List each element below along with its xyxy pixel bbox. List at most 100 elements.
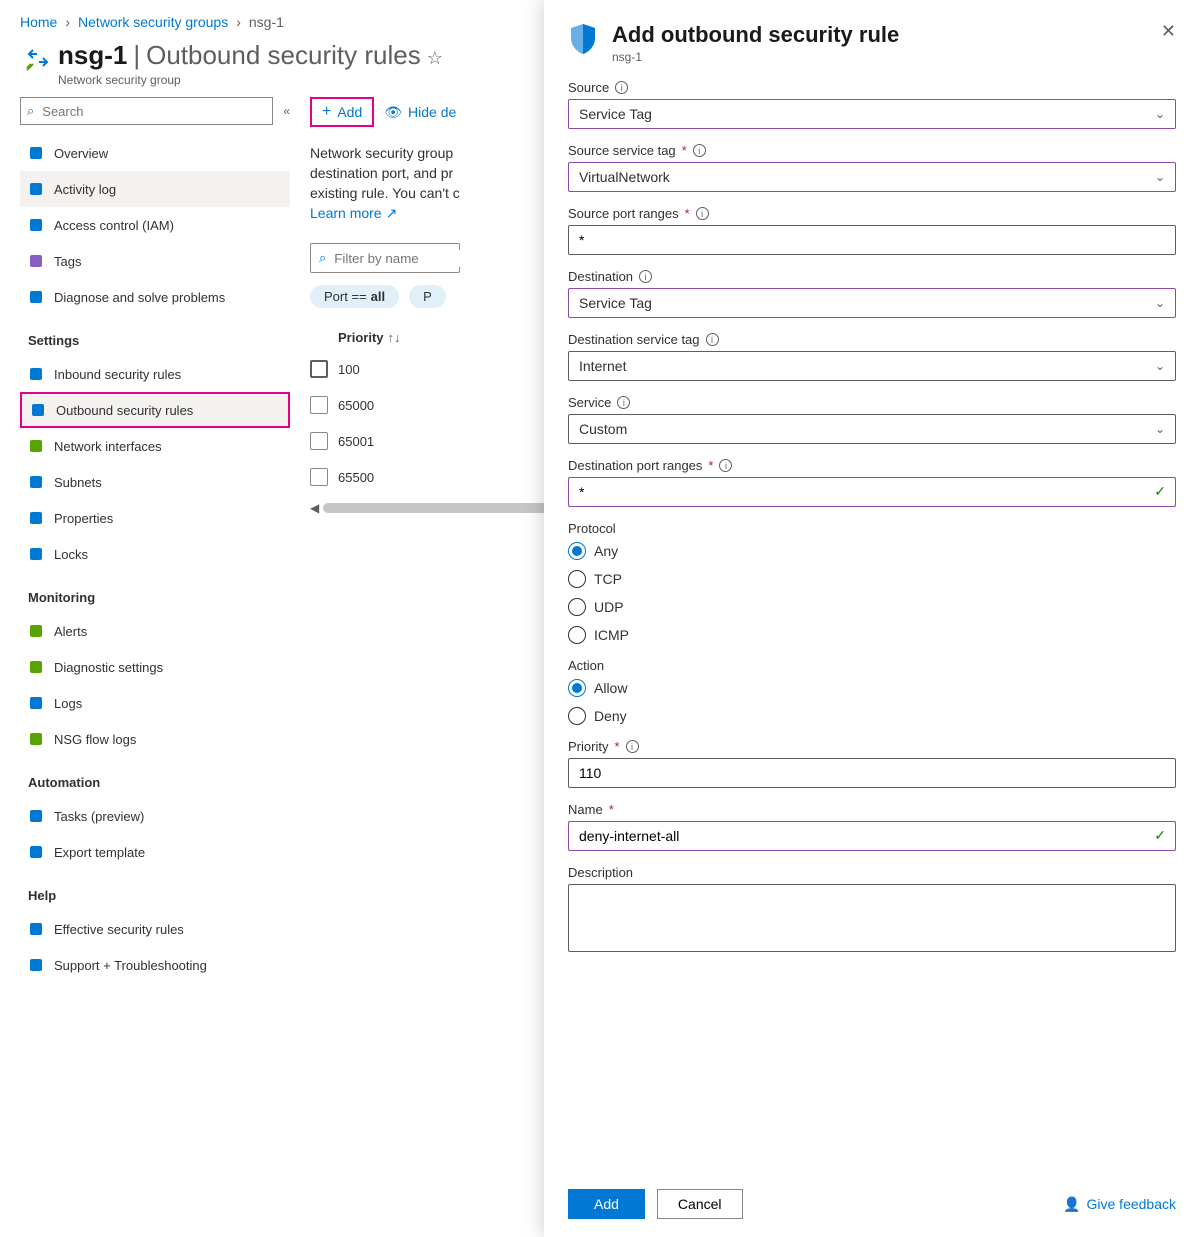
sidebar-item-label: Effective security rules bbox=[54, 922, 184, 937]
info-icon[interactable]: i bbox=[719, 459, 732, 472]
sidebar-item-logs[interactable]: Logs bbox=[20, 685, 290, 721]
sidebar-item-label: Properties bbox=[54, 511, 113, 526]
hide-defaults-button[interactable]: 👁 Hide de bbox=[384, 104, 456, 121]
sidebar-item-alerts[interactable]: Alerts bbox=[20, 613, 290, 649]
scroll-left-icon[interactable]: ◀ bbox=[310, 501, 319, 515]
sidebar-item-label: Activity log bbox=[54, 182, 116, 197]
checkbox[interactable] bbox=[310, 468, 328, 486]
radio-dot bbox=[568, 542, 586, 560]
sidebar-item-locks[interactable]: Locks bbox=[20, 536, 290, 572]
collapse-sidebar-icon[interactable]: « bbox=[283, 104, 290, 118]
tag-icon bbox=[28, 253, 44, 269]
sidebar-item-support-troubleshooting[interactable]: Support + Troubleshooting bbox=[20, 947, 290, 983]
sort-icon[interactable]: ↑↓ bbox=[388, 330, 401, 345]
source-value: Service Tag bbox=[579, 106, 652, 122]
filter-name-input[interactable]: ⌕ bbox=[310, 243, 460, 273]
chevron-right-icon: › bbox=[65, 14, 70, 30]
info-icon[interactable]: i bbox=[696, 207, 709, 220]
info-icon[interactable]: i bbox=[617, 396, 630, 409]
radio-dot bbox=[568, 598, 586, 616]
close-icon[interactable]: ✕ bbox=[1161, 22, 1176, 40]
action-radio-group: Allow Deny bbox=[568, 679, 1176, 725]
priority-input[interactable] bbox=[568, 758, 1176, 788]
checkbox[interactable] bbox=[310, 396, 328, 414]
breadcrumb-parent[interactable]: Network security groups bbox=[78, 14, 228, 30]
col-priority[interactable]: Priority bbox=[338, 330, 384, 345]
info-icon[interactable]: i bbox=[626, 740, 639, 753]
eff-icon bbox=[28, 921, 44, 937]
eye-icon: 👁 bbox=[384, 104, 402, 121]
doc-icon bbox=[28, 181, 44, 197]
info-icon[interactable]: i bbox=[615, 81, 628, 94]
sidebar-item-tasks-preview-[interactable]: Tasks (preview) bbox=[20, 798, 290, 834]
sidebar-item-inbound-security-rules[interactable]: Inbound security rules bbox=[20, 356, 290, 392]
service-value: Custom bbox=[579, 421, 627, 437]
sidebar-item-overview[interactable]: Overview bbox=[20, 135, 290, 171]
sidebar-item-subnets[interactable]: Subnets bbox=[20, 464, 290, 500]
sidebar-item-label: Support + Troubleshooting bbox=[54, 958, 207, 973]
favorite-icon[interactable]: ☆ bbox=[427, 48, 443, 69]
radio-label: UDP bbox=[594, 599, 624, 615]
people-icon bbox=[28, 217, 44, 233]
filter-input[interactable] bbox=[332, 250, 513, 267]
source-ports-input[interactable] bbox=[568, 225, 1176, 255]
sidebar-item-nsg-flow-logs[interactable]: NSG flow logs bbox=[20, 721, 290, 757]
add-button[interactable]: + Add bbox=[310, 97, 374, 127]
filter-pill-protocol[interactable]: P bbox=[409, 285, 446, 308]
sidebar: ⌕ « Overview Activity log Access control (… bbox=[20, 91, 290, 983]
dest-ports-input[interactable] bbox=[568, 477, 1176, 507]
breadcrumb-home[interactable]: Home bbox=[20, 14, 57, 30]
resource-icon bbox=[25, 44, 53, 72]
diag-icon bbox=[28, 659, 44, 675]
protocol-radio-tcp[interactable]: TCP bbox=[568, 570, 1176, 588]
sidebar-item-network-interfaces[interactable]: Network interfaces bbox=[20, 428, 290, 464]
sidebar-item-diagnose-and-solve-problems[interactable]: Diagnose and solve problems bbox=[20, 279, 290, 315]
sidebar-item-activity-log[interactable]: Activity log bbox=[20, 171, 290, 207]
search-input-wrap[interactable]: ⌕ bbox=[20, 97, 273, 125]
panel-cancel-button[interactable]: Cancel bbox=[657, 1189, 743, 1219]
action-radio-deny[interactable]: Deny bbox=[568, 707, 1176, 725]
dest-ports-label: Destination port ranges bbox=[568, 458, 702, 473]
checkbox[interactable] bbox=[310, 360, 328, 378]
source-label: Source bbox=[568, 80, 609, 95]
chevron-down-icon: ⌄ bbox=[1155, 296, 1165, 310]
priority-label: Priority bbox=[568, 739, 608, 754]
panel-add-button[interactable]: Add bbox=[568, 1189, 645, 1219]
outbound-icon bbox=[30, 402, 46, 418]
protocol-radio-any[interactable]: Any bbox=[568, 542, 1176, 560]
source-ports-label: Source port ranges bbox=[568, 206, 679, 221]
sidebar-item-access-control-iam-[interactable]: Access control (IAM) bbox=[20, 207, 290, 243]
add-rule-panel: Add outbound security rule nsg-1 ✕ Sourc… bbox=[544, 0, 1200, 1237]
sidebar-item-export-template[interactable]: Export template bbox=[20, 834, 290, 870]
shield-icon bbox=[568, 22, 598, 56]
sidebar-item-effective-security-rules[interactable]: Effective security rules bbox=[20, 911, 290, 947]
sidebar-item-outbound-security-rules[interactable]: Outbound security rules bbox=[20, 392, 290, 428]
checkbox[interactable] bbox=[310, 432, 328, 450]
radio-label: TCP bbox=[594, 571, 622, 587]
radio-dot bbox=[568, 679, 586, 697]
source-tag-select[interactable]: VirtualNetwork⌄ bbox=[568, 162, 1176, 192]
learn-more-link[interactable]: Learn more ↗ bbox=[310, 203, 397, 223]
give-feedback-link[interactable]: 👤 Give feedback bbox=[1063, 1196, 1176, 1213]
description-input[interactable] bbox=[568, 884, 1176, 952]
source-select[interactable]: Service Tag⌄ bbox=[568, 99, 1176, 129]
radio-label: Any bbox=[594, 543, 618, 559]
dest-select[interactable]: Service Tag⌄ bbox=[568, 288, 1176, 318]
sidebar-item-properties[interactable]: Properties bbox=[20, 500, 290, 536]
filter-pill-port[interactable]: Port == all bbox=[310, 285, 399, 308]
search-input[interactable] bbox=[40, 103, 266, 120]
info-icon[interactable]: i bbox=[693, 144, 706, 157]
external-icon: ↗ bbox=[386, 203, 398, 223]
info-icon[interactable]: i bbox=[706, 333, 719, 346]
radio-label: ICMP bbox=[594, 627, 629, 643]
dest-tag-select[interactable]: Internet⌄ bbox=[568, 351, 1176, 381]
protocol-radio-udp[interactable]: UDP bbox=[568, 598, 1176, 616]
info-icon[interactable]: i bbox=[639, 270, 652, 283]
sidebar-item-diagnostic-settings[interactable]: Diagnostic settings bbox=[20, 649, 290, 685]
sidebar-item-label: NSG flow logs bbox=[54, 732, 136, 747]
sidebar-item-tags[interactable]: Tags bbox=[20, 243, 290, 279]
protocol-radio-icmp[interactable]: ICMP bbox=[568, 626, 1176, 644]
action-radio-allow[interactable]: Allow bbox=[568, 679, 1176, 697]
name-input[interactable] bbox=[568, 821, 1176, 851]
service-select[interactable]: Custom⌄ bbox=[568, 414, 1176, 444]
